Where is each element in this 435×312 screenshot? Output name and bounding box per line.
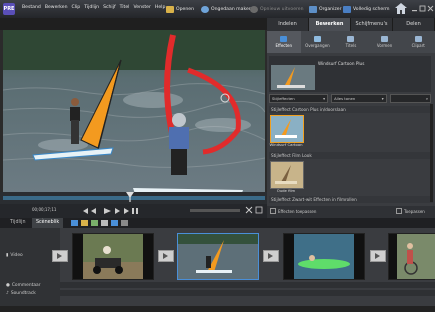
menu-titel[interactable]: Titel [120, 5, 130, 10]
video-monitor [3, 30, 265, 192]
apply-effects-checkbox[interactable]: Effecten toepassen [270, 208, 316, 214]
tab-schijfmenus[interactable]: Schijfmenu's [351, 18, 393, 31]
filter-row: Stijleffecten ▾ Alles tonen ▾ ⌕ [269, 94, 431, 103]
undo-icon [201, 5, 209, 13]
folder-icon [166, 5, 174, 13]
effect-thumb-film[interactable] [270, 161, 304, 189]
tab-delen[interactable]: Delen [393, 18, 435, 31]
timeline-tools[interactable] [70, 219, 130, 227]
tab-sceneblik[interactable]: Scèneblik [32, 218, 64, 228]
menu-venster[interactable]: Venster [133, 5, 150, 10]
section-bw: Stijleffect Zwart-wit Effecten in filmro… [269, 196, 433, 203]
subtab-effecten[interactable]: Effecten [267, 31, 301, 53]
soundtrack-lane[interactable] [60, 290, 435, 296]
full-screen-icon [343, 5, 351, 13]
scene-clip[interactable] [388, 233, 435, 280]
app-logo: PRE [3, 3, 15, 15]
horizontal-scrollbar[interactable] [0, 306, 435, 312]
microphone-icon: ● [6, 283, 10, 288]
maximize-icon[interactable] [419, 5, 426, 12]
close-icon[interactable] [427, 5, 434, 12]
effect-thumb-cartoon[interactable] [270, 115, 304, 143]
scene-clip-selected[interactable] [177, 233, 259, 280]
volume-slider[interactable] [190, 209, 240, 212]
video-frame [3, 30, 265, 192]
menu-bestand[interactable]: Bestand [22, 5, 41, 10]
thumb-label-film: Oude film [276, 188, 296, 193]
timeline-tabs-bar [0, 218, 435, 228]
undo-button[interactable]: Ongedaan maken [201, 4, 252, 14]
panel-scrollbar[interactable] [430, 104, 433, 202]
split-clip-icon[interactable] [244, 206, 264, 214]
clip-water [284, 234, 364, 279]
commentary-lane[interactable] [60, 282, 435, 288]
checkbox-icon [270, 208, 276, 214]
apply-toggle[interactable]: Toepassen [396, 208, 425, 214]
scene-clip[interactable] [72, 233, 154, 280]
track-headers [0, 228, 60, 312]
panel-tabs: Indelen Bewerken Schijfmenu's Delen [267, 18, 435, 31]
monitor-header [0, 18, 267, 30]
subtab-clipart[interactable]: Clipart [401, 31, 435, 53]
search-input[interactable]: ⌕ [389, 94, 431, 103]
timecode: 00;00;17;11 [32, 207, 57, 212]
clipart-icon [414, 36, 422, 42]
video-icon: ▮ [6, 253, 9, 258]
subtab-vormen[interactable]: Vormen [368, 31, 402, 53]
chevron-down-icon: ▾ [323, 96, 326, 101]
transport-icons[interactable] [82, 207, 142, 215]
clip-windsurf [178, 234, 258, 279]
menu-tijdlijn[interactable]: Tijdlijn [84, 5, 99, 10]
organizer-button[interactable]: Organizer [309, 4, 341, 14]
subtab-titels[interactable]: Titels [334, 31, 368, 53]
section-film: Stijleffect Film Look [269, 152, 433, 159]
transition-slot[interactable] [370, 250, 386, 262]
menu-bar: Bestand Bewerken Clip Tijdlijn Schijf Ti… [22, 5, 165, 10]
redo-button[interactable]: Opnieuw uitvoeren [250, 4, 304, 14]
scrub-bar[interactable] [3, 196, 265, 200]
chevron-down-icon: ▾ [381, 96, 384, 101]
menu-clip[interactable]: Clip [72, 5, 81, 10]
minimize-icon[interactable] [411, 5, 418, 12]
checkbox-icon [396, 208, 402, 214]
scene-clip[interactable] [283, 233, 365, 280]
preset-name: Windsurf Cartoon Plus [318, 61, 365, 66]
menu-bewerken[interactable]: Bewerken [45, 5, 68, 10]
playhead-icon[interactable] [126, 192, 134, 202]
cartoon-thumb-image [271, 116, 303, 142]
search-icon: ⌕ [425, 96, 428, 101]
transitions-icon [313, 36, 321, 42]
row-soundtrack: ♪ Soundtrack [6, 291, 36, 296]
home-icon[interactable] [395, 3, 407, 14]
menu-help[interactable]: Help [155, 5, 165, 10]
film-thumb-image [271, 162, 303, 188]
row-commentaar: ● Commentaar [6, 283, 41, 288]
subtab-overgangen[interactable]: Overgangen [301, 31, 335, 53]
redo-icon [250, 5, 258, 13]
transition-slot[interactable] [158, 250, 174, 262]
transition-slot[interactable] [52, 250, 68, 262]
tab-bewerken[interactable]: Bewerken [309, 18, 351, 31]
edit-subtabs: Effecten Overgangen Titels Vormen Clipar… [267, 31, 435, 53]
preset-thumbnail[interactable] [271, 65, 315, 90]
full-screen-button[interactable]: Volledig scherm [343, 4, 389, 14]
clip-bike [389, 234, 435, 279]
thumb-label-cartoon: Windsurf Cartoon [269, 142, 303, 147]
effects-icon [280, 36, 288, 42]
open-button[interactable]: Openen [166, 4, 194, 14]
menu-schijf[interactable]: Schijf [103, 5, 116, 10]
category-dropdown[interactable]: Stijleffecten ▾ [269, 94, 329, 103]
section-cartoon: Stijleffect Cartoon Plus in/doorslaan [269, 106, 433, 113]
music-icon: ♪ [6, 291, 9, 296]
clip-gokart [73, 234, 153, 279]
organizer-icon [309, 5, 317, 13]
transition-slot[interactable] [263, 250, 279, 262]
shapes-icon [381, 36, 389, 42]
tab-tijdlijn[interactable]: Tijdlijn [6, 218, 30, 228]
titles-icon [347, 36, 355, 42]
show-dropdown[interactable]: Alles tonen ▾ [331, 94, 387, 103]
tab-indelen[interactable]: Indelen [267, 18, 309, 31]
row-video: ▮ Video [6, 253, 23, 258]
